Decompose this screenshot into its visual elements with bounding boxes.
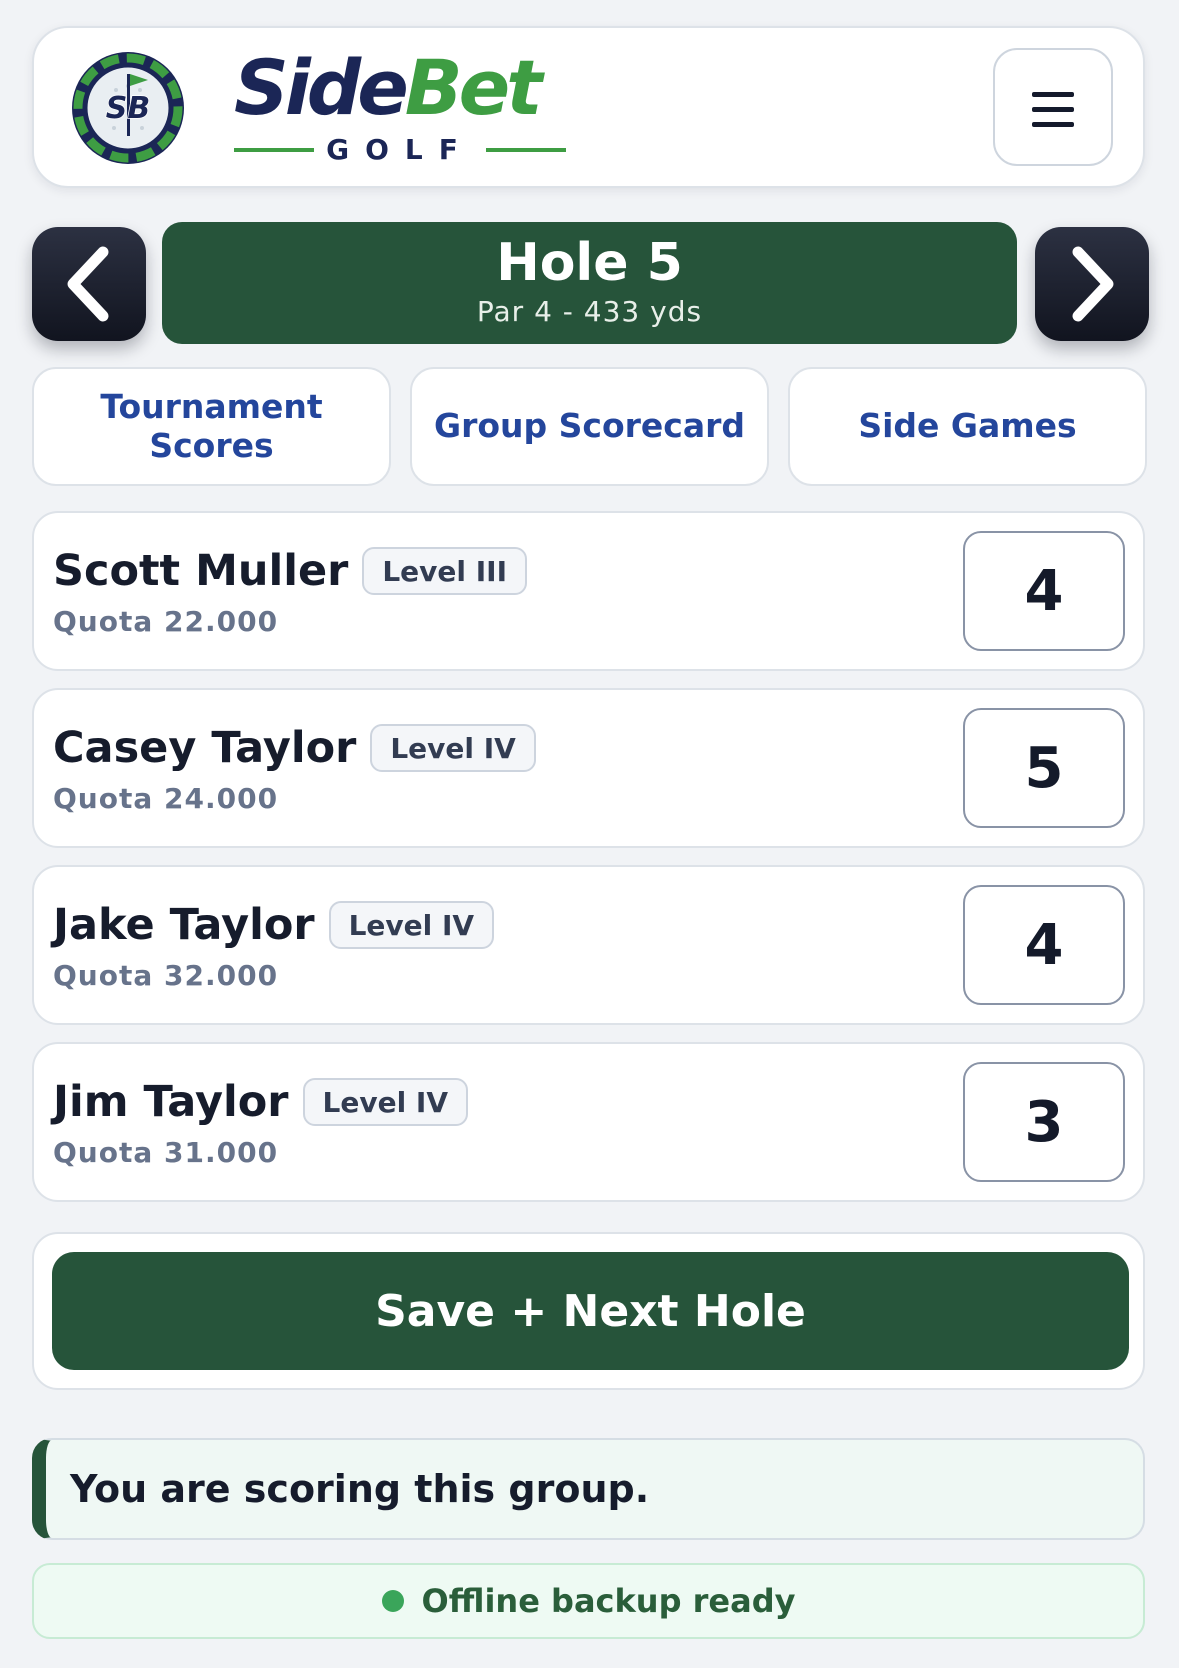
chevron-right-icon <box>1072 246 1114 322</box>
chevron-left-icon <box>67 246 109 322</box>
svg-text:SB: SB <box>106 91 150 126</box>
level-badge: Level IV <box>302 1078 469 1126</box>
brand-bet-text: Bet <box>404 43 543 132</box>
score-input[interactable]: 4 <box>963 885 1125 1005</box>
player-row: Jim Taylor Level IV Quota 31.000 3 <box>32 1042 1145 1202</box>
level-badge: Level III <box>362 547 528 595</box>
save-panel: Save + Next Hole <box>32 1232 1145 1390</box>
player-row: Casey Taylor Level IV Quota 24.000 5 <box>32 688 1145 848</box>
player-quota: Quota 22.000 <box>53 605 279 638</box>
brand-subtitle: GOLF <box>234 128 566 172</box>
offline-status-text: Offline backup ready <box>421 1582 796 1620</box>
tab-label: Group Scorecard <box>433 406 746 446</box>
status-dot-icon <box>381 1590 404 1612</box>
tab-side-games[interactable]: Side Games <box>788 367 1147 486</box>
brand-sub-text: GOLF <box>326 133 474 166</box>
hole-title: Hole 5 <box>496 233 683 293</box>
menu-button[interactable] <box>993 48 1113 166</box>
sidebet-logo-emblem: SB <box>70 50 186 170</box>
player-row: Scott Muller Level III Quota 22.000 4 <box>32 511 1145 671</box>
next-hole-button[interactable] <box>1035 227 1149 341</box>
tab-label: Tournament Scores <box>100 386 323 465</box>
player-quota: Quota 24.000 <box>53 782 279 815</box>
scoring-notice-text: You are scoring this group. <box>70 1467 650 1511</box>
previous-hole-button[interactable] <box>32 227 146 341</box>
player-quota: Quota 32.000 <box>53 959 279 992</box>
player-quota: Quota 31.000 <box>53 1136 279 1169</box>
tab-label: Side Games <box>858 406 1077 446</box>
level-badge: Level IV <box>370 724 536 772</box>
player-name: Scott Muller <box>53 545 349 596</box>
score-input[interactable]: 4 <box>963 531 1125 651</box>
player-name: Jim Taylor <box>53 1076 289 1127</box>
app-header: SB SideBet GOLF <box>32 26 1145 188</box>
player-name: Casey Taylor <box>53 722 357 773</box>
brand-wordmark: SideBet <box>234 50 543 126</box>
score-input[interactable]: 5 <box>963 708 1125 828</box>
hole-par-yardage: Par 4 - 433 yds <box>476 295 703 328</box>
scoring-notice: You are scoring this group. <box>32 1438 1145 1540</box>
offline-status: Offline backup ready <box>32 1563 1145 1639</box>
level-badge: Level IV <box>328 901 495 949</box>
player-row: Jake Taylor Level IV Quota 32.000 4 <box>32 865 1145 1025</box>
tab-tournament-scores[interactable]: Tournament Scores <box>32 367 391 486</box>
save-next-hole-button[interactable]: Save + Next Hole <box>52 1252 1129 1370</box>
player-name: Jake Taylor <box>53 899 315 950</box>
tab-group-scorecard[interactable]: Group Scorecard <box>410 367 769 486</box>
score-input[interactable]: 3 <box>963 1062 1125 1182</box>
brand-side-text: Side <box>234 43 409 132</box>
hole-banner: Hole 5 Par 4 - 433 yds <box>162 222 1017 344</box>
